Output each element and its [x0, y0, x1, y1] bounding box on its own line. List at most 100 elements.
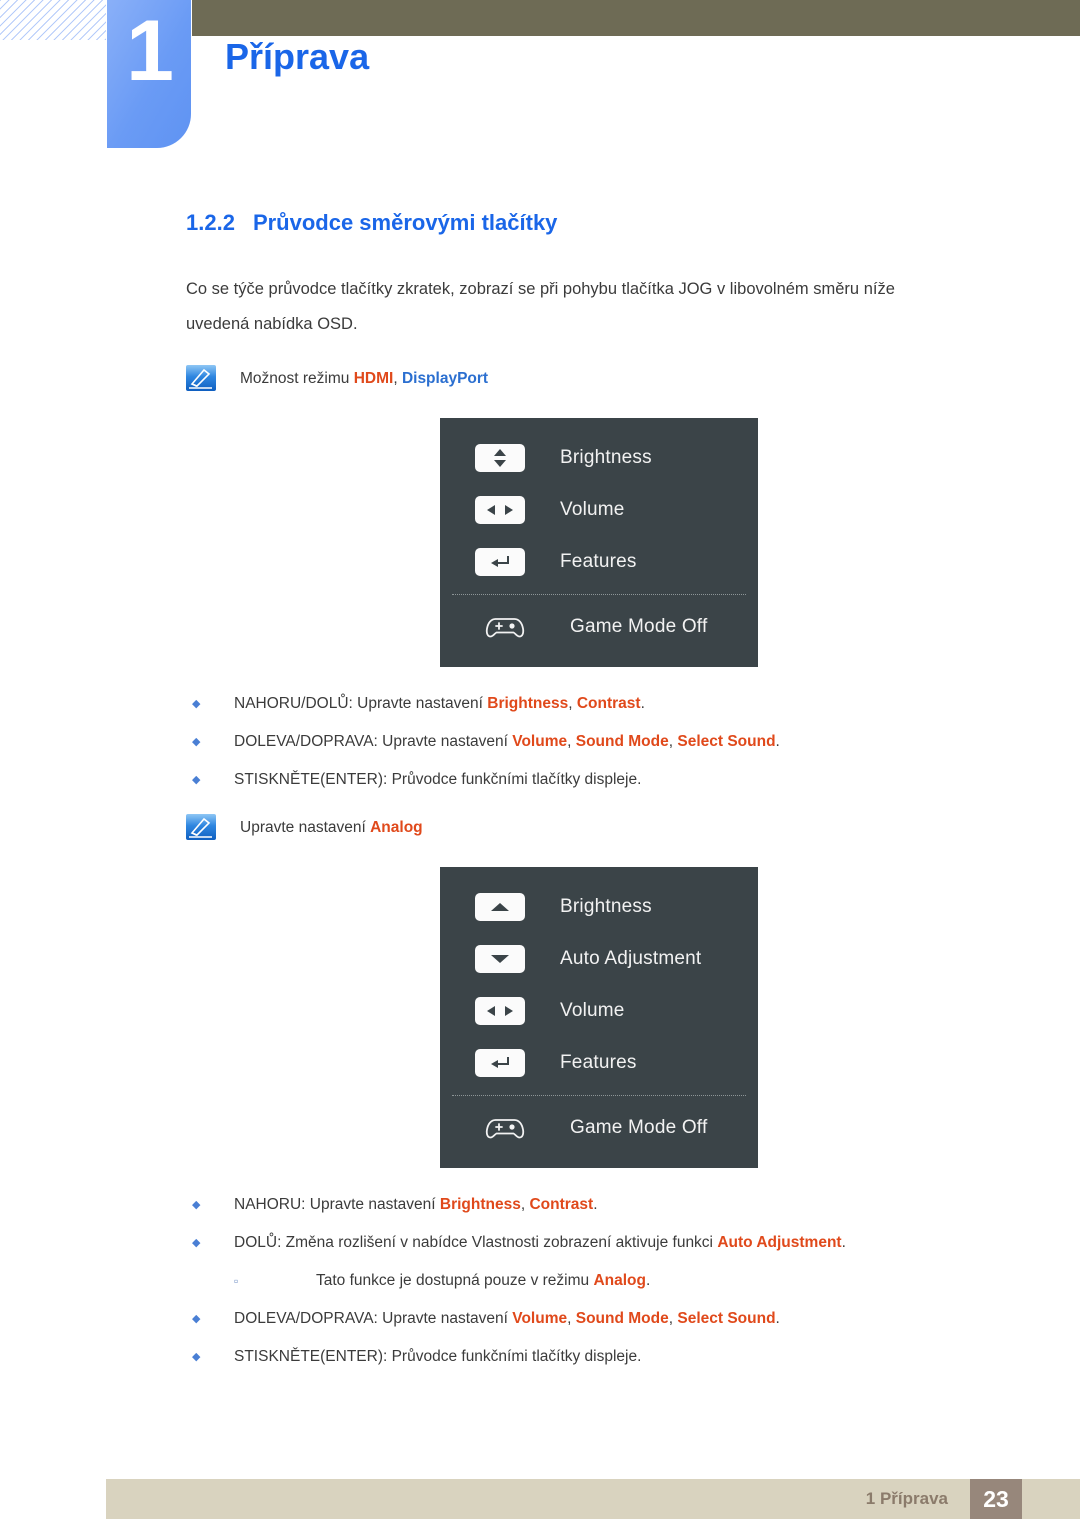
- gamepad-icon: [485, 618, 525, 638]
- osd-row-features: Features: [440, 1037, 758, 1089]
- osd-key-leftright: [440, 997, 560, 1025]
- bullet-square-icon: ▫: [234, 1274, 239, 1288]
- bullet-suffix: .: [775, 733, 780, 750]
- term-brightness: Brightness: [439, 1196, 521, 1213]
- bullet-prefix: NAHORU/DOLŮ: Upravte nastavení: [234, 695, 488, 712]
- term-analog: Analog: [593, 1272, 646, 1289]
- header-hatch-pattern: [0, 0, 106, 40]
- term-displayport: DisplayPort: [401, 370, 489, 387]
- osd-label-features: Features: [560, 1052, 637, 1073]
- bullet-suffix: .: [645, 1272, 651, 1289]
- bullet-text: NAHORU: Upravte nastavení Brightness, Co…: [234, 1196, 598, 1213]
- page-content: 1.2.2 Průvodce směrovými tlačítky Co se t…: [186, 210, 946, 1384]
- header-olive-bar: [192, 0, 1080, 36]
- enter-arrow-icon: [475, 548, 525, 576]
- list-item-sub: ▫ Tato funkce je dostupná pouze v režimu…: [186, 1270, 946, 1292]
- osd-key-up: [440, 893, 560, 921]
- list-item: ◆ STISKNĚTE(ENTER): Průvodce funkčními t…: [186, 769, 946, 791]
- intro-paragraph: Co se týče průvodce tlačítky zkratek, zo…: [186, 280, 895, 333]
- section-heading: 1.2.2 Průvodce směrovými tlačítky: [186, 210, 946, 236]
- term-volume: Volume: [512, 733, 568, 750]
- bullet-dot-icon: ◆: [192, 1237, 201, 1249]
- bullet-text: DOLEVA/DOPRAVA: Upravte nastavení Volume…: [234, 1310, 780, 1327]
- note-pen-icon: [186, 814, 216, 840]
- footer-chapter-label: 1 Příprava: [865, 1489, 948, 1508]
- down-arrow-icon: [475, 945, 525, 973]
- osd-label-game-mode: Game Mode Off: [570, 1117, 708, 1138]
- osd-separator: [452, 1095, 746, 1096]
- osd-key-updown: [440, 444, 560, 472]
- bullet-text: STISKNĚTE(ENTER): Průvodce funkčními tla…: [234, 771, 642, 788]
- term-select-sound: Select Sound: [677, 1310, 776, 1327]
- term-hdmi: HDMI: [353, 370, 394, 387]
- bullet-dot-icon: ◆: [192, 736, 201, 748]
- osd-row-volume: Volume: [440, 484, 758, 536]
- bullet-dot-icon: ◆: [192, 1351, 201, 1363]
- bullet-text: DOLŮ: Změna rozlišení v nabídce Vlastnos…: [234, 1232, 846, 1254]
- section-title: Průvodce směrovými tlačítky: [252, 210, 558, 235]
- bullet-suffix: .: [593, 1196, 598, 1213]
- osd-label-brightness: Brightness: [560, 896, 652, 917]
- bullet-prefix: NAHORU: Upravte nastavení: [234, 1196, 440, 1213]
- bullet-text: DOLEVA/DOPRAVA: Upravte nastavení Volume…: [234, 733, 780, 750]
- bullet-dot-icon: ◆: [192, 698, 201, 710]
- page-number-badge: 23: [970, 1479, 1022, 1519]
- bullet-text: NAHORU/DOLŮ: Upravte nastavení Brightnes…: [234, 695, 645, 712]
- osd-key-leftright: [440, 496, 560, 524]
- note-pen-icon: [186, 365, 216, 391]
- bullet-dot-icon: ◆: [192, 1199, 201, 1211]
- osd-row-brightness: Brightness: [440, 881, 758, 933]
- note-text-analog: Upravte nastavení Analog: [240, 813, 423, 841]
- osd-key-gamepad: [440, 1114, 570, 1142]
- osd-key-enter: [440, 1049, 560, 1077]
- bullet-prefix: DOLEVA/DOPRAVA: Upravte nastavení: [234, 733, 513, 750]
- bullet-list-one: ◆ NAHORU/DOLŮ: Upravte nastavení Brightn…: [186, 693, 946, 791]
- term-contrast: Contrast: [529, 1196, 594, 1213]
- chapter-tab: 1: [107, 0, 191, 148]
- bullet-dot-icon: ◆: [192, 1313, 201, 1325]
- bullet-text: STISKNĚTE(ENTER): Průvodce funkčními tla…: [234, 1348, 642, 1365]
- osd-row-auto-adjustment: Auto Adjustment: [440, 933, 758, 985]
- osd-row-features: Features: [440, 536, 758, 588]
- list-item: ◆ NAHORU: Upravte nastavení Brightness, …: [186, 1194, 946, 1216]
- term-sound-mode: Sound Mode: [575, 733, 669, 750]
- bullet-prefix: DOLEVA/DOPRAVA: Upravte nastavení: [234, 1310, 513, 1327]
- gamepad-icon: [485, 1119, 525, 1139]
- term-brightness: Brightness: [487, 695, 569, 712]
- term-analog: Analog: [370, 819, 423, 836]
- bullet-text: Tato funkce je dostupná pouze v režimu A…: [316, 1270, 650, 1292]
- list-item: ◆ DOLŮ: Změna rozlišení v nabídce Vlastn…: [186, 1232, 946, 1254]
- osd-key-gamepad: [440, 613, 570, 641]
- note-text-hdmi: Možnost režimu HDMI, DisplayPort: [240, 364, 488, 392]
- enter-arrow-icon: [475, 1049, 525, 1077]
- osd-label-game-mode: Game Mode Off: [570, 616, 708, 637]
- note-prefix: Možnost režimu: [240, 370, 354, 387]
- note-row-hdmi: Možnost režimu HDMI, DisplayPort: [186, 364, 946, 392]
- bullet-prefix: Tato funkce je dostupná pouze v režimu: [316, 1272, 594, 1289]
- updown-arrows-icon: [475, 444, 525, 472]
- list-item: ◆ DOLEVA/DOPRAVA: Upravte nastavení Volu…: [186, 731, 946, 753]
- term-volume: Volume: [512, 1310, 568, 1327]
- term-select-sound: Select Sound: [677, 733, 776, 750]
- osd-label-features: Features: [560, 551, 637, 572]
- list-item: ◆ STISKNĚTE(ENTER): Průvodce funkčními t…: [186, 1346, 946, 1368]
- osd-row-brightness: Brightness: [440, 432, 758, 484]
- bullet-suffix: .: [640, 695, 645, 712]
- osd-panel-one: Brightness Volume Features Game Mode Off: [440, 418, 758, 667]
- list-item: ◆ NAHORU/DOLŮ: Upravte nastavení Brightn…: [186, 693, 946, 715]
- page-footer: 1 Příprava 23: [106, 1479, 1080, 1519]
- list-item: ◆ DOLEVA/DOPRAVA: Upravte nastavení Volu…: [186, 1308, 946, 1330]
- bullet-suffix: .: [841, 1234, 846, 1251]
- osd-separator: [452, 594, 746, 595]
- osd-key-down: [440, 945, 560, 973]
- term-contrast: Contrast: [576, 695, 641, 712]
- up-arrow-icon: [475, 893, 525, 921]
- note-prefix: Upravte nastavení: [240, 819, 371, 836]
- bullet-list-two: ◆ NAHORU: Upravte nastavení Brightness, …: [186, 1194, 946, 1368]
- note-comma: ,: [393, 370, 402, 387]
- section-number: 1.2.2: [186, 210, 235, 235]
- osd-label-volume: Volume: [560, 499, 625, 520]
- term-auto-adjustment: Auto Adjustment: [717, 1234, 842, 1251]
- term-sound-mode: Sound Mode: [575, 1310, 669, 1327]
- osd-label-brightness: Brightness: [560, 447, 652, 468]
